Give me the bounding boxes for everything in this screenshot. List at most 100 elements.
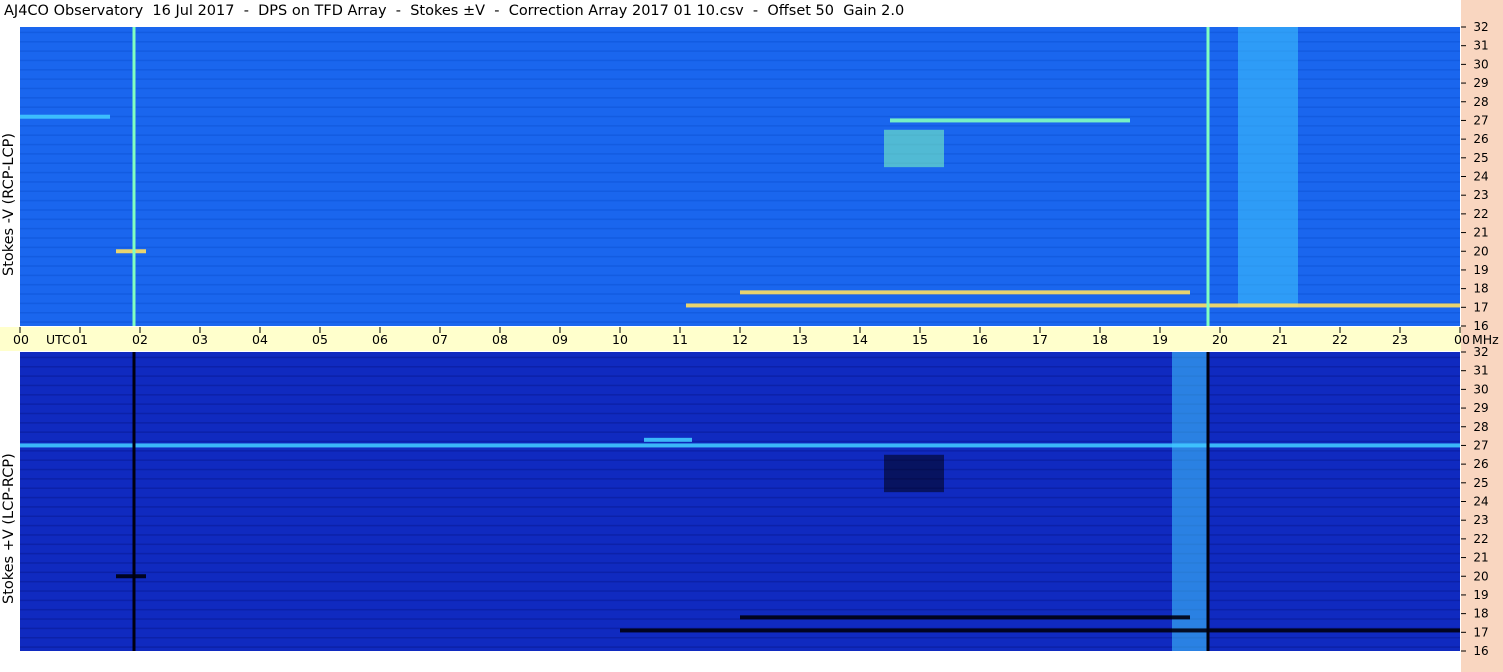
emission-band [116, 574, 146, 579]
time-tick-label: 11 [672, 332, 688, 347]
time-tick-label: 08 [492, 332, 508, 347]
frequency-tick-label: 17 [1473, 625, 1488, 639]
texture-line [20, 636, 1460, 639]
frequency-tick-label: 30 [1473, 57, 1488, 71]
texture-line [20, 608, 1460, 611]
texture-line [20, 478, 1460, 480]
time-tick-label: 09 [552, 332, 568, 347]
texture-line [20, 646, 1460, 648]
frequency-tick-label: 24 [1473, 495, 1488, 509]
texture-line [20, 590, 1460, 592]
time-tick-label: 06 [372, 332, 388, 347]
vertical-line [1206, 352, 1210, 651]
time-tick-label: 00 [13, 332, 29, 347]
texture-line [20, 403, 1460, 405]
frequency-axis-unit: MHz [1472, 332, 1499, 347]
time-axis-unit: UTC [46, 332, 71, 347]
time-tick-label: 02 [132, 332, 148, 347]
frequency-tick-label: 26 [1473, 132, 1488, 146]
texture-line [20, 543, 1460, 546]
spectrogram-background [20, 352, 1460, 651]
emission-band [686, 303, 1460, 308]
frequency-tick-label: 31 [1473, 364, 1488, 378]
frequency-tick-label: 26 [1473, 457, 1488, 471]
time-tick-label: 22 [1332, 332, 1348, 347]
frequency-tick-label: 25 [1473, 151, 1488, 165]
time-tick-label: 10 [612, 332, 628, 347]
frequency-tick-label: 32 [1473, 20, 1488, 34]
texture-line [20, 571, 1460, 574]
time-tick-label: 15 [912, 332, 928, 347]
frequency-tick-label: 32 [1473, 345, 1488, 359]
texture-line [20, 468, 1460, 471]
frequency-tick-label: 27 [1473, 438, 1488, 452]
burst-region [1172, 352, 1208, 651]
burst-region [884, 454, 944, 493]
time-tick-label: 18 [1092, 332, 1108, 347]
time-tick-label: 21 [1272, 332, 1288, 347]
frequency-tick-label: 20 [1473, 569, 1488, 583]
frequency-tick-label: 19 [1473, 263, 1488, 277]
emission-band [20, 443, 1460, 448]
burst-region [1238, 27, 1298, 308]
time-tick-label: 19 [1152, 332, 1168, 347]
frequency-tick-label: 19 [1473, 588, 1488, 602]
time-tick-label: 03 [192, 332, 208, 347]
texture-line [20, 356, 1460, 359]
emission-band [620, 628, 1460, 633]
frequency-tick-label: 20 [1473, 244, 1488, 258]
frequency-tick-label: 21 [1473, 551, 1488, 565]
time-tick-label: 14 [852, 332, 868, 347]
frequency-tick-label: 31 [1473, 39, 1488, 53]
texture-line [20, 506, 1460, 508]
texture-line [20, 496, 1460, 499]
frequency-tick-label: 28 [1473, 420, 1488, 434]
frequency-tick-label: 18 [1473, 282, 1488, 296]
vertical-line [132, 27, 136, 326]
texture-line [20, 412, 1460, 415]
texture-line [20, 384, 1460, 387]
time-tick-label: 13 [792, 332, 808, 347]
frequency-tick-label: 16 [1473, 644, 1488, 658]
texture-line [20, 487, 1460, 489]
frequency-tick-label: 28 [1473, 95, 1488, 109]
frequency-tick-label: 22 [1473, 532, 1488, 546]
spectrogram-chart: 16 17 18 19 20 21 22 23 24 25 26 27 28 29 30 31 32 16 17 18… [13, 20, 1499, 658]
texture-line [20, 321, 1460, 323]
burst-region [884, 129, 944, 168]
frequency-tick-label: 18 [1473, 607, 1488, 621]
time-tick-label: 23 [1392, 332, 1408, 347]
texture-line [20, 375, 1460, 377]
time-tick-label: 00 [1454, 332, 1470, 347]
frequency-tick-label: 29 [1473, 401, 1488, 415]
frequency-tick-label: 27 [1473, 113, 1488, 127]
emission-band [20, 114, 110, 119]
texture-line [20, 552, 1460, 555]
texture-line [20, 524, 1460, 527]
frequency-tick-label: 23 [1473, 513, 1488, 527]
texture-line [20, 366, 1460, 368]
time-tick-label: 01 [72, 332, 88, 347]
time-tick-label: 17 [1032, 332, 1048, 347]
texture-line [20, 431, 1460, 433]
frequency-tick-label: 29 [1473, 76, 1488, 90]
vertical-line [1206, 27, 1210, 326]
texture-line [20, 450, 1460, 452]
time-tick-label: 12 [732, 332, 748, 347]
frequency-tick-label: 22 [1473, 207, 1488, 221]
frequency-tick-label: 17 [1473, 300, 1488, 314]
emission-band [644, 437, 692, 442]
texture-line [20, 422, 1460, 424]
vertical-line [132, 352, 136, 651]
texture-line [20, 440, 1460, 443]
frequency-tick-label: 25 [1473, 476, 1488, 490]
texture-line [20, 394, 1460, 396]
time-tick-label: 07 [432, 332, 448, 347]
emission-band [116, 249, 146, 254]
frequency-tick-label: 16 [1473, 319, 1488, 333]
texture-line [20, 599, 1460, 602]
texture-line [20, 562, 1460, 564]
texture-line [20, 515, 1460, 518]
emission-band [740, 290, 1190, 295]
texture-line [20, 580, 1460, 583]
